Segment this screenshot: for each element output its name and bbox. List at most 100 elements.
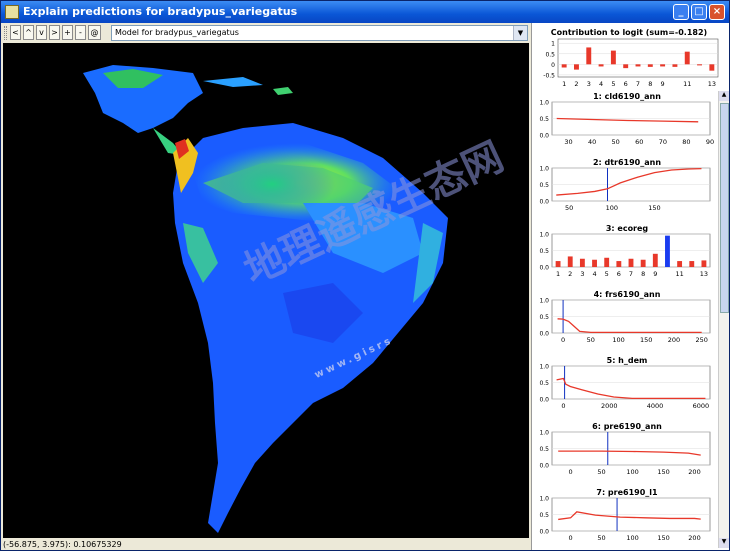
panel-title: 1: cld6190_ann [593, 92, 661, 101]
status-bar: (-56.875, 3.975): 0.10675329 [3, 540, 122, 549]
panel-xtick: 50 [587, 336, 595, 344]
toolbar: < ^ v > + - @ Model for bradypus_variega… [1, 23, 531, 43]
panel-ytick: 1.0 [539, 232, 549, 239]
panel-xtick: 11 [675, 270, 683, 278]
panel-ytick: 0.5 [539, 380, 549, 387]
panel-ytick: 0.0 [539, 133, 549, 140]
panel-xtick: 150 [640, 336, 652, 344]
contribution-xtick: 3 [587, 80, 591, 88]
panel-xtick: 150 [657, 468, 669, 476]
panel-xtick: 60 [635, 138, 643, 146]
panel-ytick: 1.0 [539, 364, 549, 371]
contribution-bar [598, 64, 604, 67]
prediction-map[interactable]: 地理遥感生态网 www.gisrs [3, 43, 529, 538]
panel-xtick: 200 [668, 336, 680, 344]
panel-xtick: 1 [556, 270, 560, 278]
zoom-in-button[interactable]: + [62, 25, 73, 40]
panel-xtick: 7 [629, 270, 633, 278]
contribution-xtick: 9 [661, 80, 665, 88]
panel-xtick: 5 [605, 270, 609, 278]
response-panel-5: 5: h_dem 1.0 0.5 0.0 0 2000 4000 6000 [539, 356, 711, 410]
panel-xtick: 100 [606, 204, 618, 212]
panel-title: 4: frs6190_ann [594, 290, 661, 299]
contribution-title: Contribution to logit (sum=-0.182) [551, 28, 707, 37]
panel-xtick: 70 [659, 138, 667, 146]
panel-xtick: 100 [612, 336, 624, 344]
contribution-bar [709, 64, 715, 71]
contribution-ytick: 1 [551, 41, 555, 48]
pan-up-button[interactable]: ^ [23, 25, 34, 40]
panel-ytick: 0.5 [539, 446, 549, 453]
response-panel-6: 6: pre6190_ann 1.0 0.5 0.0 0 50 100 150 200 [539, 422, 711, 476]
panel-xtick: 4 [592, 270, 596, 278]
contribution-bar [647, 64, 653, 67]
panel-xtick: 2000 [601, 402, 618, 410]
contribution-bar [610, 50, 616, 65]
contribution-xtick: 6 [624, 80, 628, 88]
panel-xtick: 3 [580, 270, 584, 278]
panel-title: 7: pre6190_l1 [596, 488, 658, 497]
panel-xtick: 9 [653, 270, 657, 278]
close-button[interactable]: × [709, 4, 725, 20]
panel-title: 6: pre6190_ann [592, 422, 662, 431]
contribution-xtick: 8 [648, 80, 652, 88]
panel-xtick: 150 [648, 204, 660, 212]
contribution-xtick: 4 [599, 80, 603, 88]
window-title: Explain predictions for bradypus_variega… [23, 5, 298, 18]
contribution-ytick: -0.5 [543, 72, 555, 79]
contribution-frame [557, 38, 719, 78]
contribution-bar [660, 64, 666, 67]
scroll-thumb[interactable] [720, 103, 729, 313]
ecoreg-bar [665, 235, 670, 267]
zoom-out-button[interactable]: - [75, 25, 86, 40]
panel-xtick: 50 [565, 204, 573, 212]
contribution-xtick: 13 [708, 80, 716, 88]
contribution-bar [684, 51, 690, 65]
panel-xtick: 50 [597, 468, 605, 476]
scroll-down-icon[interactable]: ▼ [719, 538, 729, 548]
panel-xtick: 250 [695, 336, 707, 344]
maximize-button[interactable]: □ [691, 4, 707, 20]
minimize-button[interactable]: _ [673, 4, 689, 20]
panel-xtick: 0 [561, 336, 565, 344]
panel-ytick: 1.0 [539, 496, 549, 503]
contribution-xtick: 7 [636, 80, 640, 88]
pan-right-button[interactable]: > [49, 25, 60, 40]
contribution-bar [623, 64, 629, 69]
panel-title: 2: dtr6190_ann [593, 158, 661, 167]
response-panel-4: 4: frs6190_ann 1.0 0.5 0.0 0 50 100 150 200 250 [539, 290, 711, 344]
panel-xtick: 6000 [693, 402, 710, 410]
contribution-bar [635, 64, 641, 67]
pan-down-button[interactable]: v [36, 25, 47, 40]
contribution-bar [697, 64, 702, 66]
model-select[interactable]: Model for bradypus_variegatus ▼ [111, 25, 528, 41]
ecoreg-bar [701, 260, 707, 267]
panel-xtick: 40 [588, 138, 596, 146]
contribution-ytick: 0.5 [545, 51, 555, 58]
panel-ytick: 0.0 [539, 331, 549, 338]
panel-xtick: 6 [617, 270, 621, 278]
panel-title: 3: ecoreg [606, 224, 649, 233]
contribution-bar [672, 64, 678, 67]
contribution-xtick: 2 [574, 80, 578, 88]
title-bar: Explain predictions for bradypus_variega… [1, 1, 729, 23]
contribution-bar [561, 64, 567, 68]
chevron-down-icon[interactable]: ▼ [513, 26, 527, 40]
panel-ytick: 0.0 [539, 265, 549, 272]
scroll-up-icon[interactable]: ▲ [719, 91, 729, 101]
ecoreg-bar [604, 257, 610, 267]
panels-scrollbar[interactable]: ▲ ▼ [718, 91, 729, 548]
panel-ytick: 0.0 [539, 199, 549, 206]
panel-ytick: 0.5 [539, 314, 549, 321]
panel-ytick: 1.0 [539, 430, 549, 437]
toolbar-grip[interactable] [4, 26, 7, 40]
model-select-value: Model for bradypus_variegatus [115, 28, 239, 37]
panel-xtick: 4000 [647, 402, 664, 410]
panel-xtick: 0 [569, 468, 573, 476]
pan-left-button[interactable]: < [10, 25, 21, 40]
panel-ytick: 1.0 [539, 100, 549, 107]
ecoreg-bar [640, 259, 646, 267]
contribution-xtick: 5 [611, 80, 615, 88]
panel-xtick: 50 [597, 534, 605, 542]
reset-view-button[interactable]: @ [88, 25, 101, 40]
